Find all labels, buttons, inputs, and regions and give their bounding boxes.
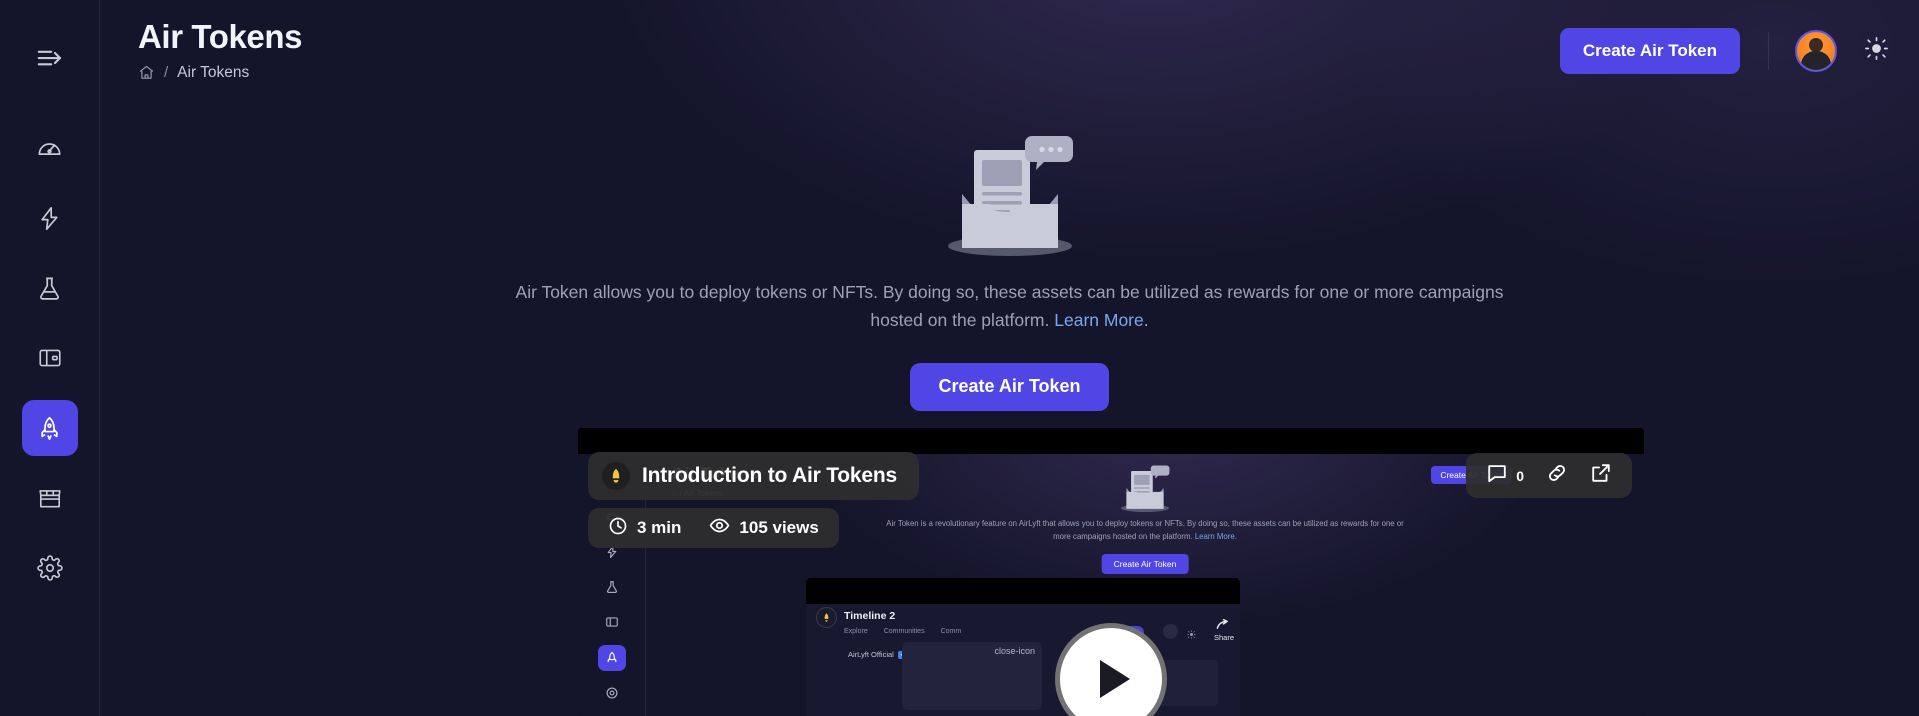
video-share-button[interactable] bbox=[1590, 462, 1612, 489]
preview-timeline-letterbox bbox=[806, 578, 1240, 604]
video-comments-button[interactable]: 0 bbox=[1486, 462, 1524, 489]
video-comment-count: 0 bbox=[1516, 467, 1524, 484]
close-icon: close-icon bbox=[994, 646, 1035, 656]
preview-timeline-account-avatar bbox=[1163, 624, 1178, 639]
intro-video-card[interactable]: Air Tokens ⌂ / Air Tokens Create Air Tok… bbox=[578, 428, 1644, 716]
preview-description: Air Token is a revolutionary feature on … bbox=[885, 518, 1405, 544]
video-duration-label: 3 min bbox=[637, 518, 682, 537]
video-meta-overlay: 3 min 105 views bbox=[588, 508, 839, 548]
preview-empty-illustration bbox=[1114, 462, 1176, 514]
page-title: Air Tokens bbox=[138, 18, 303, 55]
preview-labs-icon bbox=[598, 574, 626, 599]
video-title-overlay: Introduction to Air Tokens bbox=[588, 452, 919, 500]
preview-timeline-nav-0: Explore bbox=[844, 628, 868, 635]
create-air-token-button-header[interactable]: Create Air Token bbox=[1559, 28, 1740, 74]
preview-settings-icon bbox=[598, 681, 626, 706]
preview-timeline-nav: Explore Communities Comm bbox=[844, 628, 961, 635]
share-arrow-icon bbox=[1214, 618, 1234, 632]
breadcrumb-separator: / bbox=[164, 64, 169, 82]
empty-state-description: Air Token allows you to deploy tokens or… bbox=[510, 278, 1510, 335]
empty-state: Air Token allows you to deploy tokens or… bbox=[100, 128, 1919, 411]
video-letterbox-top bbox=[578, 428, 1644, 454]
rocket-icon bbox=[36, 415, 63, 442]
preview-description-text: Air Token is a revolutionary feature on … bbox=[886, 519, 1404, 541]
page-header: Air Tokens / Air Tokens bbox=[138, 18, 303, 82]
create-air-token-button-center[interactable]: Create Air Token bbox=[910, 362, 1109, 411]
sidebar bbox=[0, 0, 100, 716]
rocket-badge-icon bbox=[602, 462, 630, 490]
play-icon bbox=[1100, 660, 1130, 698]
preview-air-tokens-icon bbox=[597, 645, 626, 671]
avatar-body bbox=[1801, 51, 1831, 70]
breadcrumb-current: Air Tokens bbox=[177, 63, 250, 81]
home-icon[interactable] bbox=[138, 64, 155, 81]
preview-timeline-card: close-icon bbox=[902, 642, 1042, 710]
video-copy-link-button[interactable] bbox=[1546, 462, 1568, 489]
card-icon bbox=[37, 345, 63, 371]
store-icon bbox=[37, 485, 63, 511]
app-root: Air Tokens / Air Tokens Create Air Token bbox=[0, 0, 1919, 716]
avatar-head bbox=[1809, 38, 1823, 53]
sidebar-item-settings[interactable] bbox=[22, 540, 78, 596]
video-duration: 3 min bbox=[608, 516, 681, 541]
empty-state-text: Air Token allows you to deploy tokens or… bbox=[515, 282, 1504, 331]
empty-inbox-illustration bbox=[930, 128, 1090, 260]
preview-learn-more-link: Learn More. bbox=[1194, 531, 1237, 541]
preview-timeline-subaccount: AirLyft Official ✓ bbox=[848, 650, 907, 659]
flask-icon bbox=[36, 275, 63, 302]
video-views: 105 views bbox=[709, 515, 819, 541]
theme-toggle-button[interactable] bbox=[1859, 34, 1893, 68]
preview-timeline-subaccount-label: AirLyft Official bbox=[848, 650, 894, 659]
preview-timeline-sun-icon bbox=[1187, 626, 1196, 644]
preview-timeline-body: Timeline 2 Explore Communities Comm Crea… bbox=[806, 604, 1240, 716]
main-content: Air Tokens / Air Tokens Create Air Token bbox=[100, 0, 1919, 716]
clock-icon bbox=[608, 516, 628, 541]
header-divider bbox=[1768, 32, 1769, 70]
sidebar-item-air-tokens[interactable] bbox=[21, 400, 78, 456]
preview-create-button-center: Create Air Token bbox=[1101, 554, 1189, 574]
preview-timeline-share: Share bbox=[1214, 618, 1234, 642]
gear-icon bbox=[36, 555, 63, 581]
preview-timeline-share-label: Share bbox=[1213, 633, 1234, 642]
sun-icon bbox=[1864, 36, 1889, 66]
preview-timeline-nav-2: Comm bbox=[940, 628, 962, 635]
preview-timeline-nav-1: Communities bbox=[883, 628, 925, 635]
comment-icon bbox=[1486, 462, 1508, 489]
collapse-arrow-icon bbox=[35, 43, 65, 73]
eye-icon bbox=[709, 515, 730, 541]
preview-timeline-avatar bbox=[816, 607, 837, 628]
sidebar-item-marketplace[interactable] bbox=[22, 470, 78, 526]
video-title: Introduction to Air Tokens bbox=[642, 464, 897, 487]
learn-more-link[interactable]: Learn More. bbox=[1054, 310, 1148, 330]
sidebar-item-quests[interactable] bbox=[22, 190, 78, 246]
header-actions: Create Air Token bbox=[1559, 28, 1893, 74]
sidebar-collapse-toggle[interactable] bbox=[22, 30, 78, 86]
preview-wallet-icon bbox=[598, 610, 626, 635]
link-icon bbox=[1546, 462, 1568, 489]
external-link-icon bbox=[1590, 462, 1612, 489]
speedometer-icon bbox=[36, 135, 63, 162]
lightning-bolt-icon bbox=[36, 205, 63, 232]
video-actions-overlay: 0 bbox=[1466, 453, 1632, 498]
sidebar-item-wallet[interactable] bbox=[22, 330, 78, 386]
sidebar-item-dashboard[interactable] bbox=[22, 120, 78, 176]
preview-timeline-name: Timeline 2 bbox=[844, 610, 896, 622]
video-views-label: 105 views bbox=[739, 518, 819, 537]
preview-timeline-frame: Timeline 2 Explore Communities Comm Crea… bbox=[806, 578, 1240, 716]
avatar[interactable] bbox=[1795, 30, 1837, 72]
breadcrumb: / Air Tokens bbox=[138, 64, 302, 82]
sidebar-item-labs[interactable] bbox=[22, 260, 78, 316]
